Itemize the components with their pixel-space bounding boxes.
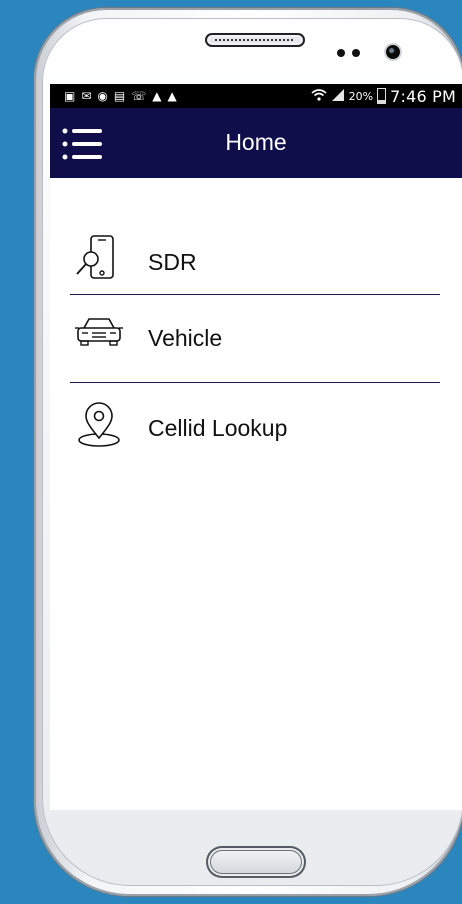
menu-divider <box>70 382 440 383</box>
menu-divider <box>70 294 440 295</box>
menu-item-label: Vehicle <box>148 325 223 351</box>
app-bar: Home <box>50 108 462 178</box>
status-right: 20% 7:46 PM <box>311 87 462 106</box>
gallery-icon: ▤ <box>113 89 126 103</box>
warning-icon: ▲ <box>152 89 162 103</box>
menu-item-vehicle[interactable]: Vehicle <box>50 310 462 370</box>
signal-icon <box>331 88 345 104</box>
proximity-sensor <box>337 49 345 57</box>
whatsapp-icon: ☏ <box>131 89 147 103</box>
warning-icon: ▲ <box>167 89 177 103</box>
notification-icon: ▣ <box>64 89 76 103</box>
battery-icon <box>377 88 387 104</box>
light-sensor <box>352 49 360 57</box>
car-icon <box>74 314 123 360</box>
status-icons: ▣ ✉ ◉ ▤ ☏ ▲ ▲ <box>50 90 311 102</box>
front-camera <box>386 45 400 59</box>
menu-item-cellid-lookup[interactable]: Cellid Lookup <box>50 398 462 462</box>
status-time: 7:46 PM <box>390 86 456 106</box>
gps-icon: ◉ <box>97 89 108 103</box>
mail-icon: ✉ <box>81 89 92 103</box>
page-title: Home <box>225 129 287 155</box>
wifi-icon <box>311 88 327 104</box>
status-bar: ▣ ✉ ◉ ▤ ☏ ▲ ▲ 20% 7:46 PM <box>50 84 462 108</box>
menu-item-label: SDR <box>148 249 197 275</box>
battery-percent: 20% <box>348 89 374 103</box>
menu-item-sdr[interactable]: SDR <box>50 224 462 294</box>
earpiece-speaker <box>205 33 305 47</box>
phone-screen: ▣ ✉ ◉ ▤ ☏ ▲ ▲ 20% 7:46 PM Home SDR Vehic… <box>50 84 462 810</box>
home-menu-list: SDR Vehicle Cellid Lookup <box>50 224 462 447</box>
menu-item-label: Cellid Lookup <box>148 415 288 441</box>
map-pin-icon <box>74 402 120 448</box>
home-hardware-button[interactable] <box>206 846 306 878</box>
phone-search-icon <box>74 234 120 280</box>
